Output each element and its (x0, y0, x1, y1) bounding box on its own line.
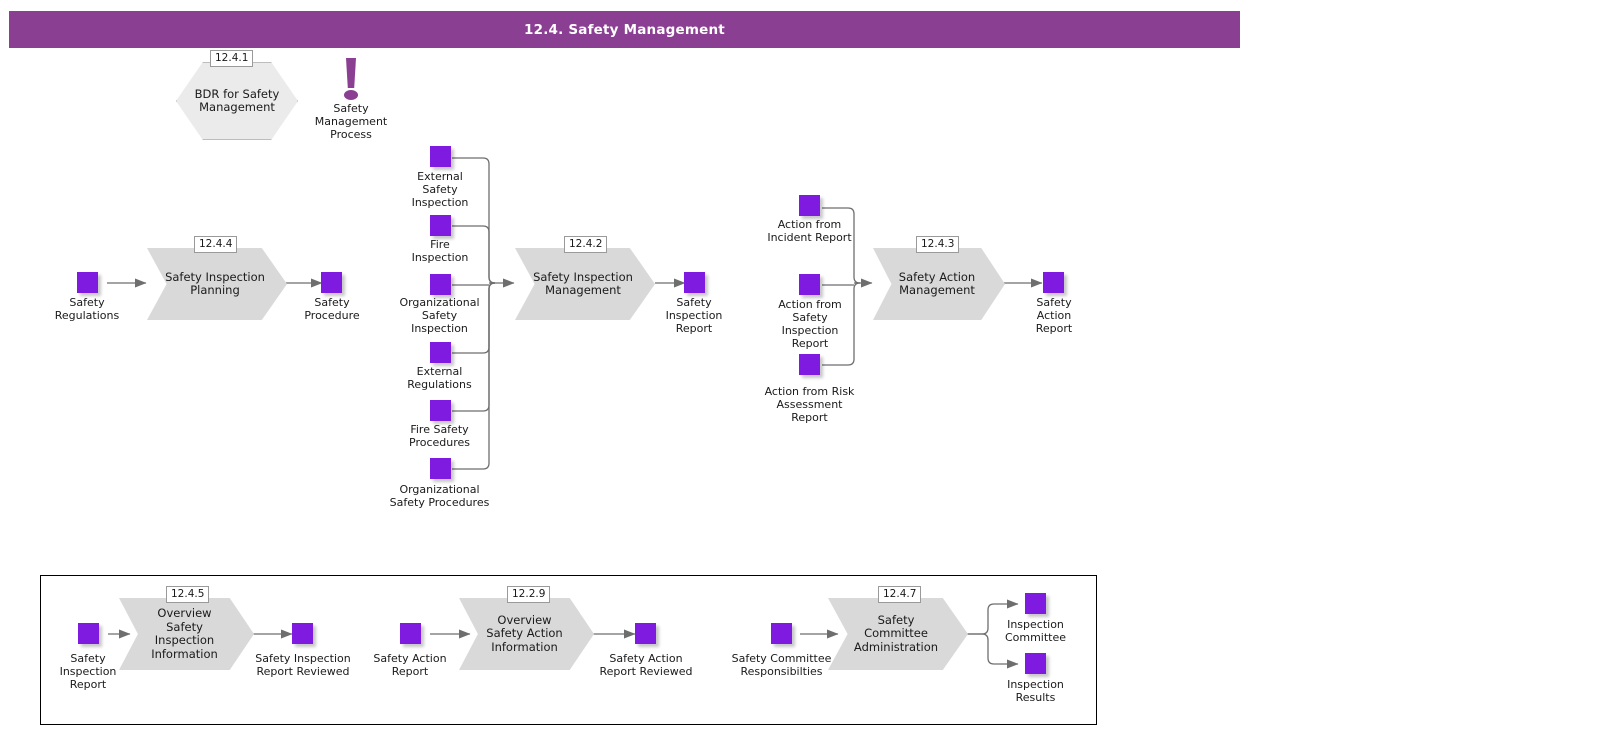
data-organizational-safety-procedures[interactable] (430, 458, 451, 479)
process-safety-inspection-planning-label: Safety Inspection Planning (165, 269, 265, 297)
data-inspection-results[interactable] (1025, 653, 1046, 674)
label-inspection-committee: Inspection Committee (1004, 618, 1067, 644)
data-b2-safety-action-report[interactable] (400, 623, 421, 644)
label-inspection-results: Inspection Results (1007, 678, 1064, 704)
process-safety-action-management[interactable]: Safety Action Management (873, 248, 1005, 320)
badge-12-4-7: 12.4.7 (878, 586, 922, 603)
badge-12-4-2: 12.4.2 (564, 236, 608, 253)
label-safety-action-report-reviewed: Safety Action Report Reviewed (599, 652, 693, 678)
data-fire-safety-procedures[interactable] (430, 400, 451, 421)
data-external-safety-inspection[interactable] (430, 146, 451, 167)
bdr-hexagon-label: BDR for Safety Management (194, 86, 280, 114)
label-safety-inspection-report-reviewed: Safety Inspection Report Reviewed (255, 652, 351, 678)
label-fire-safety-procedures: Fire Safety Procedures (409, 423, 470, 449)
data-safety-procedure[interactable] (321, 272, 342, 293)
exclamation-dot-icon (344, 90, 358, 100)
label-organizational-safety-inspection: Organizational Safety Inspection (399, 296, 480, 335)
data-safety-action-report[interactable] (1043, 272, 1064, 293)
data-safety-inspection-report[interactable] (684, 272, 705, 293)
label-safety-committee-responsibilities: Safety Committee Responsibilties (731, 652, 832, 678)
process-safety-committee-administration-label: Safety Committee Administration (853, 612, 939, 654)
process-safety-action-management-label: Safety Action Management (898, 269, 976, 297)
exclamation-bar-icon (346, 58, 356, 88)
data-external-regulations[interactable] (430, 342, 451, 363)
label-external-safety-inspection: External Safety Inspection (411, 170, 469, 209)
badge-12-4-3: 12.4.3 (916, 236, 960, 253)
page-title-bar: 12.4. Safety Management (9, 11, 1240, 48)
process-overview-safety-inspection-information[interactable]: Overview Safety Inspection Information (119, 598, 254, 670)
data-fire-inspection[interactable] (430, 215, 451, 236)
badge-12-4-5: 12.4.5 (166, 586, 210, 603)
process-overview-safety-action-information-label: Overview Safety Action Information (486, 612, 563, 654)
process-overview-safety-inspection-information-label: Overview Safety Inspection Information (151, 606, 218, 661)
bdr-hexagon[interactable]: BDR for Safety Management (176, 62, 298, 140)
label-action-from-incident-report: Action from Incident Report (767, 218, 852, 244)
label-external-regulations: External Regulations (407, 365, 472, 391)
exclamation-icon (340, 58, 362, 102)
page-title: 12.4. Safety Management (524, 21, 725, 38)
badge-12-4-4: 12.4.4 (194, 236, 238, 253)
data-organizational-safety-inspection[interactable] (430, 274, 451, 295)
safety-management-process-label: Safety Management Process (314, 102, 388, 141)
process-safety-committee-administration[interactable]: Safety Committee Administration (828, 598, 968, 670)
badge-12-2-9: 12.2.9 (507, 586, 551, 603)
process-safety-inspection-management[interactable]: Safety Inspection Management (515, 248, 655, 320)
label-action-from-safety-inspection-report: Action from Safety Inspection Report (778, 298, 842, 350)
label-b2-safety-action-report: Safety Action Report (373, 652, 447, 678)
data-inspection-committee[interactable] (1025, 593, 1046, 614)
data-safety-inspection-report-reviewed[interactable] (292, 623, 313, 644)
data-safety-regulations[interactable] (77, 272, 98, 293)
data-action-from-incident-report[interactable] (799, 195, 820, 216)
data-safety-committee-responsibilities[interactable] (771, 623, 792, 644)
label-safety-action-report: Safety Action Report (1035, 296, 1073, 335)
data-safety-action-report-reviewed[interactable] (635, 623, 656, 644)
label-safety-regulations: Safety Regulations (54, 296, 120, 322)
process-safety-inspection-management-label: Safety Inspection Management (533, 269, 633, 297)
process-overview-safety-action-information[interactable]: Overview Safety Action Information (459, 598, 594, 670)
data-b1-safety-inspection-report[interactable] (78, 623, 99, 644)
process-safety-inspection-planning[interactable]: Safety Inspection Planning (147, 248, 287, 320)
label-action-from-risk-assessment-report: Action from Risk Assessment Report (764, 385, 855, 424)
label-organizational-safety-procedures: Organizational Safety Procedures (389, 483, 490, 509)
data-action-from-safety-inspection-report[interactable] (799, 274, 820, 295)
label-b1-safety-inspection-report: Safety Inspection Report (59, 652, 117, 691)
label-safety-inspection-report: Safety Inspection Report (665, 296, 723, 335)
data-action-from-risk-assessment-report[interactable] (799, 354, 820, 375)
label-fire-inspection: Fire Inspection (411, 238, 469, 264)
label-safety-procedure: Safety Procedure (304, 296, 360, 322)
bdr-badge: 12.4.1 (210, 50, 254, 67)
diagram-canvas: 12.4. Safety Management BDR for Safety M… (0, 0, 1606, 750)
